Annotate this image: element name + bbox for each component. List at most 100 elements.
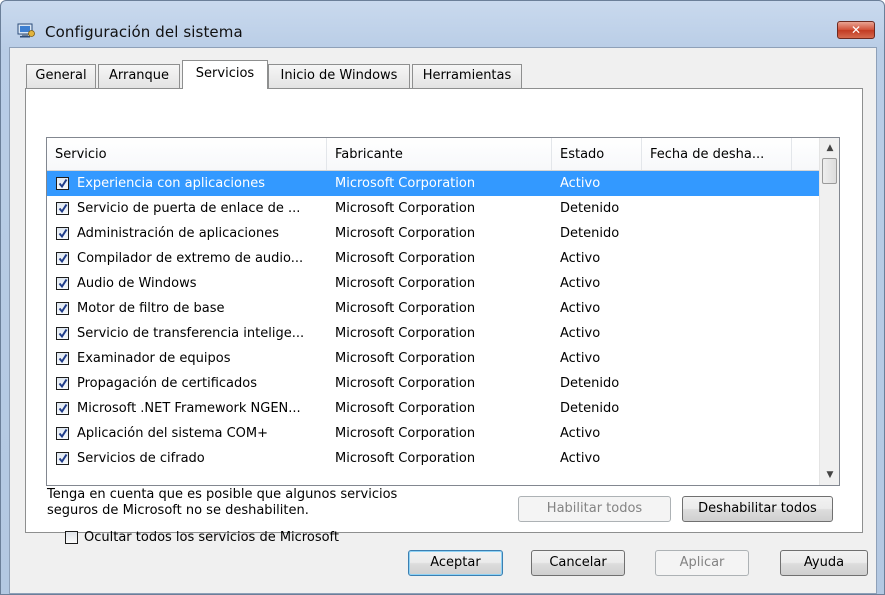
table-row[interactable]: Servicio de puerta de enlace de ... Micro… [47,196,819,221]
service-maker: Microsoft Corporation [335,226,476,241]
service-checkbox[interactable] [56,277,69,290]
service-name: Microsoft .NET Framework NGEN... [77,401,301,416]
check-icon [58,278,68,289]
check-icon [58,253,68,264]
tab-arranque[interactable]: Arranque [98,64,180,88]
service-status: Activo [560,451,601,466]
system-config-window: Configuración del sistema ✕ General Arra… [0,0,885,595]
column-header-servicio[interactable]: Servicio [47,138,327,170]
table-row[interactable]: Aplicación del sistema COM+ Microsoft Cor… [47,421,819,446]
service-checkbox[interactable] [56,427,69,440]
service-checkbox[interactable] [56,227,69,240]
apply-button[interactable]: Aplicar [655,550,749,576]
service-maker: Microsoft Corporation [335,201,476,216]
service-name: Servicio de transferencia intelige... [77,326,305,341]
title-bar[interactable]: Configuración del sistema ✕ [1,1,884,41]
column-header-fabricante[interactable]: Fabricante [327,138,552,170]
service-checkbox[interactable] [56,352,69,365]
scroll-thumb[interactable] [822,158,837,184]
table-row[interactable]: Administración de aplicaciones Microsoft … [47,221,819,246]
service-name: Servicio de puerta de enlace de ... [77,201,301,216]
check-icon [58,403,68,414]
check-icon [58,203,68,214]
service-checkbox[interactable] [56,177,69,190]
table-row[interactable]: Propagación de certificados Microsoft Cor… [47,371,819,396]
service-status: Activo [560,326,601,341]
service-status: Activo [560,351,601,366]
service-maker: Microsoft Corporation [335,251,476,266]
service-maker: Microsoft Corporation [335,351,476,366]
table-row[interactable]: Motor de filtro de base Microsoft Corpora… [47,296,819,321]
check-icon [58,228,68,239]
service-name: Audio de Windows [77,276,197,291]
list-header: Servicio Fabricante Estado Fecha de desh… [47,138,819,171]
service-maker: Microsoft Corporation [335,451,476,466]
hide-ms-services-label: Ocultar todos los servicios de Microsoft [84,530,339,545]
table-row[interactable]: Servicio de transferencia intelige... Mic… [47,321,819,346]
msconfig-app-icon [17,23,35,38]
service-maker: Microsoft Corporation [335,376,476,391]
list-body: Experiencia con aplicaciones Microsoft Co… [47,171,819,485]
tab-herramientas[interactable]: Herramientas [412,64,522,88]
service-checkbox[interactable] [56,377,69,390]
service-name: Propagación de certificados [77,376,258,391]
dialog-client-area: General Arranque Servicios Inicio de Win… [9,47,877,594]
ok-button[interactable]: Aceptar [408,550,503,576]
check-icon [58,328,68,339]
scroll-up-icon[interactable]: ▲ [820,138,839,158]
close-icon: ✕ [850,23,862,37]
check-icon [58,303,68,314]
tab-inicio-de-windows[interactable]: Inicio de Windows [268,64,410,88]
service-checkbox[interactable] [56,252,69,265]
service-name: Administración de aplicaciones [77,226,279,241]
cancel-button[interactable]: Cancelar [531,550,625,576]
table-row[interactable]: Experiencia con aplicaciones Microsoft Co… [47,171,819,196]
service-name: Servicios de cifrado [77,451,205,466]
vertical-scrollbar[interactable]: ▲ ▼ [819,138,839,485]
close-button[interactable]: ✕ [837,21,875,39]
service-status: Activo [560,251,601,266]
service-name: Compilador de extremo de audio... [77,251,304,266]
scroll-down-icon[interactable]: ▼ [820,465,839,485]
help-button[interactable]: Ayuda [780,550,868,576]
table-row[interactable]: Audio de Windows Microsoft Corporation Act… [47,271,819,296]
services-note: Tenga en cuenta que es posible que algun… [47,487,467,519]
service-status: Detenido [560,401,620,416]
hide-ms-services-checkbox[interactable] [65,531,78,544]
service-status: Activo [560,301,601,316]
service-name: Examinador de equipos [77,351,231,366]
service-checkbox[interactable] [56,302,69,315]
table-row[interactable]: Microsoft .NET Framework NGEN... Microsof… [47,396,819,421]
services-tab-panel: Servicio Fabricante Estado Fecha de desh… [25,88,863,545]
table-row[interactable]: Compilador de extremo de audio... Microso… [47,246,819,271]
disable-all-button[interactable]: Deshabilitar todos [682,496,833,522]
check-icon [58,428,68,439]
service-maker: Microsoft Corporation [335,301,476,316]
table-row[interactable]: Servicios de cifrado Microsoft Corporatio… [47,446,819,471]
service-status: Detenido [560,226,620,241]
enable-all-button[interactable]: Habilitar todos [518,496,671,522]
service-status: Detenido [560,376,620,391]
service-name: Aplicación del sistema COM+ [77,426,268,441]
service-maker: Microsoft Corporation [335,401,476,416]
service-status: Detenido [560,201,620,216]
tab-general[interactable]: General [26,64,96,88]
service-status: Activo [560,176,601,191]
service-checkbox[interactable] [56,327,69,340]
service-name: Motor de filtro de base [77,301,225,316]
note-line-1: Tenga en cuenta que es posible que algun… [47,487,398,502]
service-maker: Microsoft Corporation [335,326,476,341]
check-icon [58,353,68,364]
check-icon [58,178,68,189]
service-maker: Microsoft Corporation [335,426,476,441]
services-list[interactable]: Servicio Fabricante Estado Fecha de desh… [46,137,840,486]
service-checkbox[interactable] [56,402,69,415]
check-icon [58,453,68,464]
column-header-fecha[interactable]: Fecha de desha... [642,138,792,170]
table-row[interactable]: Examinador de equipos Microsoft Corporati… [47,346,819,371]
column-header-estado[interactable]: Estado [552,138,642,170]
service-checkbox[interactable] [56,452,69,465]
tab-servicios[interactable]: Servicios [182,60,268,89]
service-checkbox[interactable] [56,202,69,215]
service-maker: Microsoft Corporation [335,176,476,191]
